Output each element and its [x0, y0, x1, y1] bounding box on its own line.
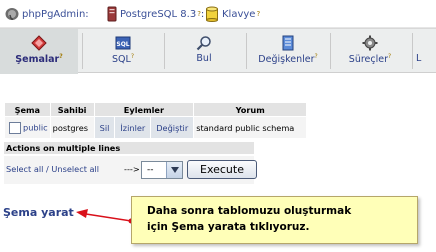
breadcrumb-label: phpPgAdmin — [22, 8, 86, 20]
callout-line-1: Daha sonra tablomuzu oluşturmak — [147, 205, 352, 217]
drop-button[interactable]: Sil — [93, 116, 116, 139]
comment-cell: standard public schema — [193, 116, 308, 139]
action-select[interactable]: -- — [141, 161, 183, 179]
tab-label: Değişkenler — [258, 54, 315, 66]
multi-actions-row: Select all / Unselect all ---> -- Execut… — [4, 156, 257, 184]
tab-divider — [330, 33, 331, 69]
breadcrumb-item-database[interactable]: Klavye ? — [205, 6, 260, 22]
tab-divider — [246, 33, 247, 69]
svg-text:SQL: SQL — [116, 41, 129, 48]
tab-label: Süreçler — [348, 54, 389, 66]
server-icon — [107, 6, 117, 22]
breadcrumb-item-server[interactable]: PostgreSQL 8.3 ? : — [107, 6, 204, 22]
column-header-comment: Yorum — [193, 102, 308, 117]
table-row: public postgres Sil İzinler Değiştir sta… — [4, 116, 308, 139]
tab-label: Şemalar — [15, 54, 60, 66]
tab-bar: Şemalar? SQL SQL? Bul Değişkenler? Süreç… — [0, 28, 436, 74]
tab-variables[interactable]: Değişkenler? — [250, 29, 326, 74]
tab-sql[interactable]: SQL SQL? — [86, 29, 160, 74]
help-superscript[interactable]: ? — [388, 53, 391, 60]
tab-schemas[interactable]: Şemalar? — [0, 29, 78, 74]
help-superscript[interactable]: ? — [59, 53, 62, 60]
breadcrumb-label: PostgreSQL 8.3 — [120, 8, 197, 20]
help-superscript[interactable]: ? — [315, 53, 318, 60]
callout-line-2: için Şema yarata tıklıyoruz. — [147, 221, 310, 233]
help-superscript[interactable]: ? — [131, 53, 134, 60]
execute-button[interactable]: Execute — [187, 160, 257, 179]
tab-label: L — [416, 53, 422, 64]
tab-divider — [82, 33, 83, 69]
action-select-value: -- — [147, 165, 154, 175]
schema-cell: public — [4, 116, 51, 139]
multi-actions-title: Actions on multiple lines — [4, 142, 254, 154]
tab-divider — [164, 33, 165, 69]
callout-arrow-line — [85, 213, 132, 222]
chevron-down-icon[interactable] — [166, 162, 182, 178]
row-checkbox[interactable] — [9, 121, 21, 134]
tab-label: Bul — [196, 53, 212, 64]
tab-locks[interactable]: L — [416, 29, 436, 74]
elephant-icon — [5, 8, 19, 20]
column-header-owner: Sahibi — [49, 102, 95, 117]
breadcrumb-separator: : — [200, 8, 205, 20]
column-header-schema: Şema — [4, 102, 51, 117]
schemas-table: Şema Sahibi Eylemler Yorum public postgr… — [4, 102, 308, 139]
breadcrumb: phpPgAdmin : PostgreSQL 8.3 ? : Klavye ? — [0, 0, 436, 28]
search-icon — [196, 36, 211, 51]
tab-label: SQL — [112, 54, 131, 66]
schema-link[interactable]: public — [23, 122, 48, 132]
breadcrumb-label: Klavye — [222, 8, 256, 20]
database-icon — [206, 6, 218, 22]
tab-processes[interactable]: Süreçler? — [334, 29, 406, 74]
schemas-icon — [31, 35, 47, 51]
callout-box: Daha sonra tablomuzu oluşturmak için Şem… — [131, 196, 418, 244]
sql-icon: SQL — [115, 36, 131, 50]
privileges-button[interactable]: İzinler — [114, 116, 152, 139]
gear-icon — [362, 35, 378, 51]
tab-divider — [412, 33, 413, 69]
breadcrumb-item-phppgadmin[interactable]: phpPgAdmin : — [4, 6, 89, 22]
select-all-link[interactable]: Select all / Unselect all — [6, 164, 99, 174]
owner-cell: postgres — [49, 116, 95, 139]
column-header-actions: Eylemler — [93, 102, 195, 117]
variables-icon — [282, 35, 294, 51]
tab-find[interactable]: Bul — [168, 29, 240, 74]
arrow-text: ---> — [124, 164, 140, 174]
alter-button[interactable]: Değiştir — [150, 116, 195, 139]
callout-arrow-head — [76, 209, 88, 218]
breadcrumb-separator: : — [85, 8, 89, 20]
create-schema-link[interactable]: Şema yarat — [3, 206, 74, 219]
help-superscript[interactable]: ? — [256, 10, 260, 18]
